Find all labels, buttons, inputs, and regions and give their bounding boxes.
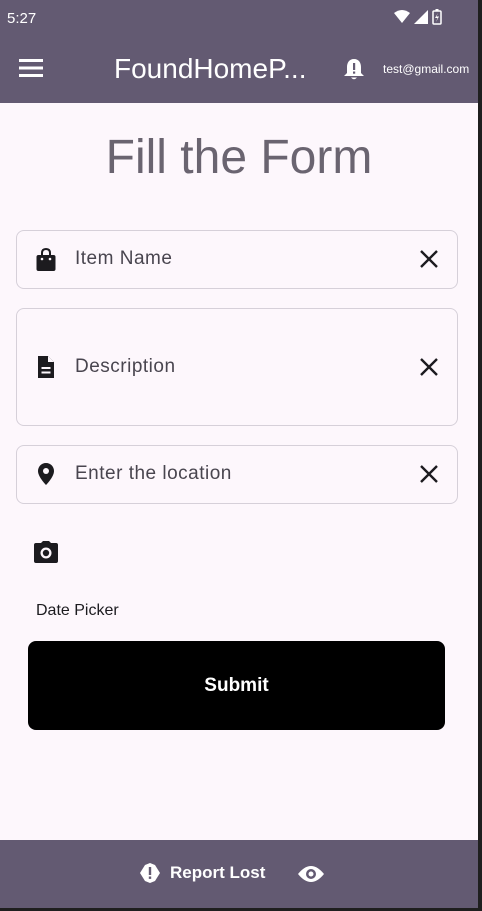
- signal-icon: [414, 10, 428, 24]
- item-name-field[interactable]: Item Name: [16, 230, 458, 289]
- document-icon: [38, 356, 54, 378]
- report-lost-label: Report Lost: [170, 863, 266, 882]
- submit-button[interactable]: Submit: [28, 641, 445, 730]
- eye-icon[interactable]: [297, 864, 325, 884]
- account-email[interactable]: test@gmail.com: [383, 62, 469, 76]
- clear-icon[interactable]: [419, 249, 439, 269]
- menu-icon[interactable]: [18, 57, 44, 79]
- bell-icon[interactable]: [343, 57, 365, 81]
- submit-label: Submit: [204, 674, 269, 696]
- status-bar: 5:27: [0, 0, 478, 34]
- battery-icon: [432, 9, 442, 25]
- page-title: Fill the Form: [105, 131, 373, 184]
- description-field[interactable]: Description: [16, 308, 458, 426]
- location-pin-icon: [38, 463, 54, 485]
- date-picker[interactable]: Date Picker: [36, 602, 119, 620]
- app-title: FoundHomeP...: [114, 53, 307, 84]
- shopping-bag-icon: [36, 248, 56, 271]
- wifi-icon: [394, 10, 410, 23]
- status-time: 5:27: [7, 10, 37, 27]
- report-lost-button[interactable]: Report Lost: [139, 862, 265, 884]
- camera-icon[interactable]: [33, 540, 59, 564]
- app-bar: FoundHomeP... test@gmail.com: [0, 34, 478, 103]
- location-placeholder: Enter the location: [75, 463, 232, 484]
- alert-icon: [140, 863, 160, 883]
- status-icons: [394, 9, 442, 25]
- location-field[interactable]: Enter the location: [16, 445, 458, 504]
- description-placeholder: Description: [75, 356, 176, 377]
- clear-icon[interactable]: [419, 357, 439, 377]
- clear-icon[interactable]: [419, 464, 439, 484]
- bottom-bar: Report Lost: [0, 840, 478, 908]
- frame-edge: [478, 0, 482, 911]
- item-name-placeholder: Item Name: [75, 248, 173, 269]
